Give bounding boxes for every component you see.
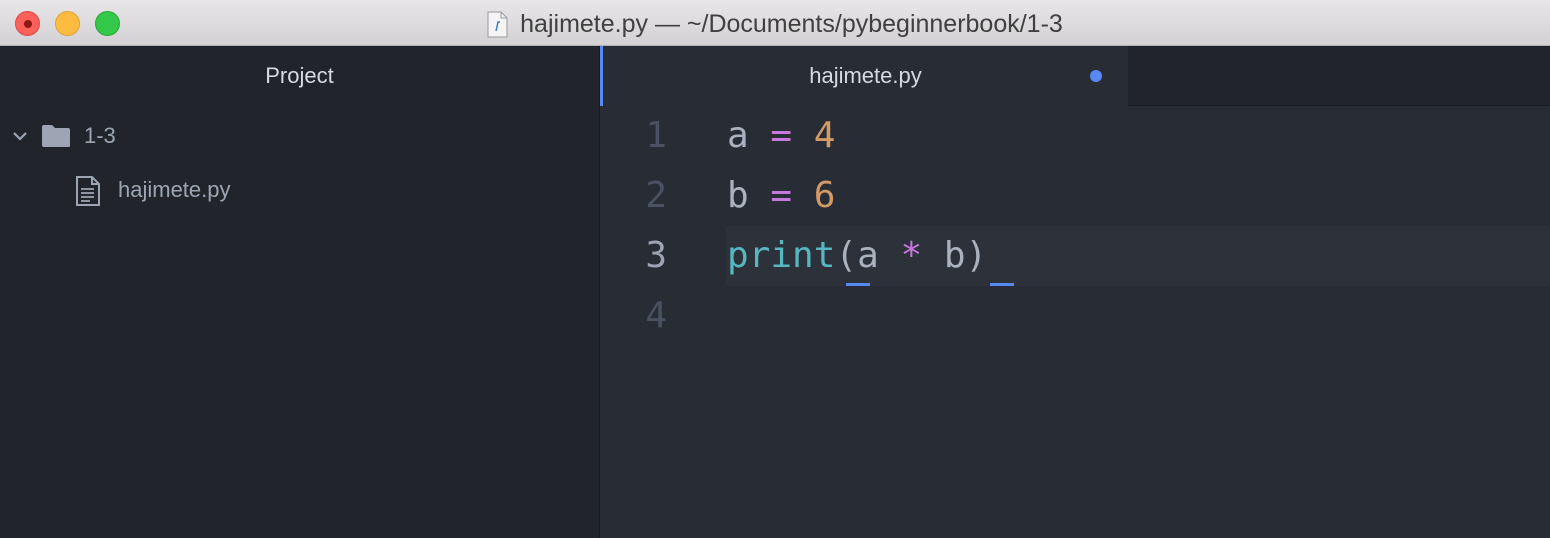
code-token: print (727, 235, 836, 276)
editor-pane: hajimete.py 1 a = 4 2 b = 6 3 print(a * … (600, 46, 1550, 538)
code-token: ( (835, 235, 858, 276)
tree-file-label: hajimete.py (118, 177, 231, 202)
code-token: = (770, 175, 793, 216)
code-token: b (727, 175, 749, 216)
code-line-text[interactable]: a = 4 (727, 106, 835, 166)
tab-bar: hajimete.py (600, 46, 1550, 106)
file-text-icon (76, 176, 100, 206)
tree-folder-1-3[interactable]: 1-3 (0, 111, 599, 161)
code-line[interactable]: 4 (600, 286, 1550, 346)
code-token: * (900, 235, 923, 276)
code-line-active[interactable]: 3 print(a * b) (600, 226, 1550, 286)
tab-label: hajimete.py (809, 63, 922, 88)
code-token: ) (965, 235, 988, 276)
code-token: a (727, 115, 749, 156)
line-number: 2 (645, 175, 667, 216)
sidebar-header[interactable]: Project (0, 46, 599, 106)
modified-indicator-icon[interactable] (1090, 70, 1102, 82)
window-title: hajimete.py — ~/Documents/pybeginnerbook… (0, 8, 1550, 40)
code-line[interactable]: 2 b = 6 (600, 166, 1550, 226)
code-token: a (857, 235, 879, 276)
line-number: 4 (645, 295, 667, 336)
code-token: 4 (813, 115, 836, 156)
code-line-text[interactable]: b = 6 (727, 166, 835, 226)
tab-hajimete-py[interactable]: hajimete.py (600, 46, 1128, 106)
line-number: 3 (645, 235, 667, 276)
window-title-text: hajimete.py — ~/Documents/pybeginnerbook… (520, 10, 1063, 38)
line-number: 1 (645, 115, 667, 156)
code-editor[interactable]: 1 a = 4 2 b = 6 3 print(a * b) 4 (600, 106, 1550, 538)
code-line-text[interactable]: print(a * b) (727, 226, 987, 286)
project-sidebar: Project 1-3 hajimete.py (0, 46, 600, 538)
code-token: b (943, 235, 966, 276)
code-token: 6 (813, 175, 836, 216)
folder-icon (42, 125, 70, 147)
code-token: = (770, 115, 793, 156)
chevron-down-icon[interactable] (12, 128, 28, 144)
python-file-icon (487, 11, 508, 38)
tree-file-hajimete[interactable]: hajimete.py (0, 165, 599, 215)
code-line[interactable]: 1 a = 4 (600, 106, 1550, 166)
tree-folder-label: 1-3 (84, 123, 116, 148)
title-bar: hajimete.py — ~/Documents/pybeginnerbook… (0, 0, 1550, 46)
